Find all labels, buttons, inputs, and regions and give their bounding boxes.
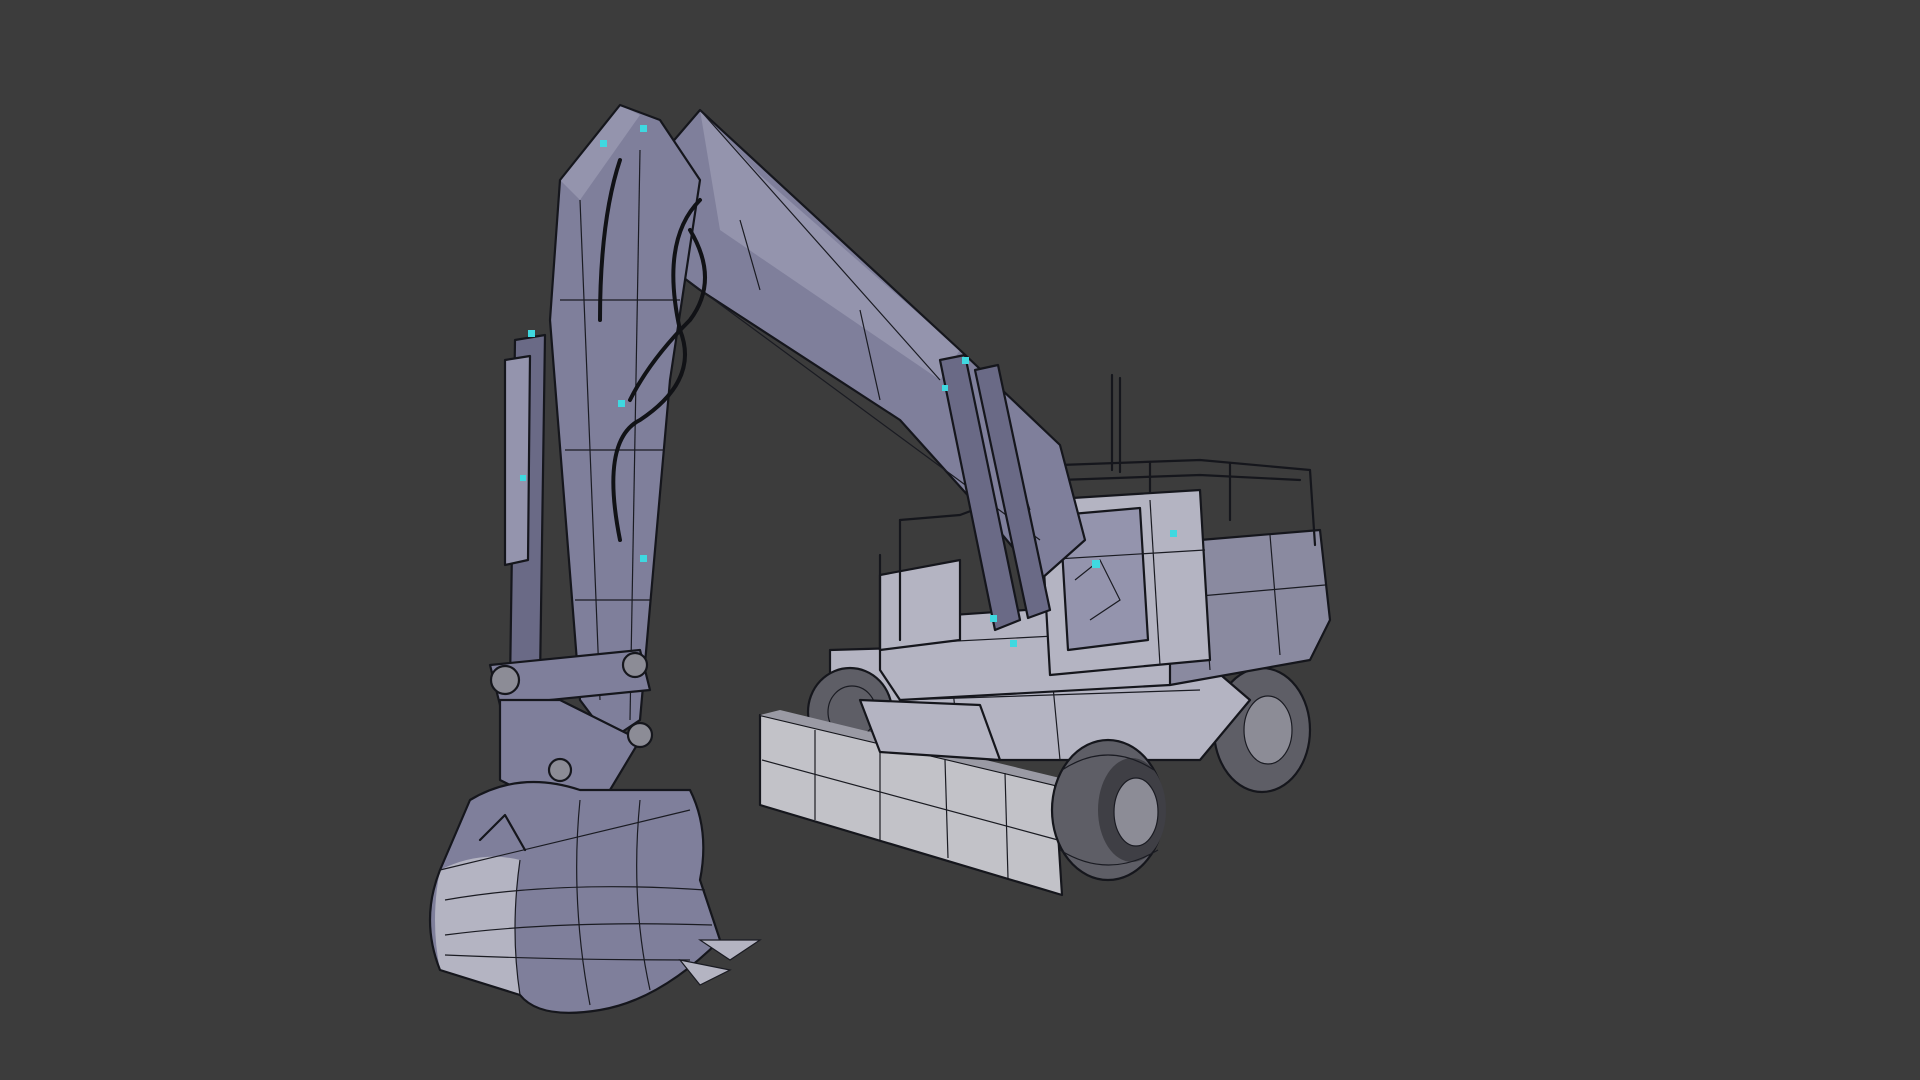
excavator-bucket bbox=[428, 780, 762, 1014]
excavator-model bbox=[428, 103, 1332, 1014]
stick-arm bbox=[548, 103, 707, 742]
main-boom bbox=[638, 108, 1087, 647]
3d-viewport[interactable] bbox=[0, 0, 1920, 1080]
bucket-cylinder bbox=[503, 330, 547, 707]
front-right-wheel bbox=[1050, 738, 1166, 882]
